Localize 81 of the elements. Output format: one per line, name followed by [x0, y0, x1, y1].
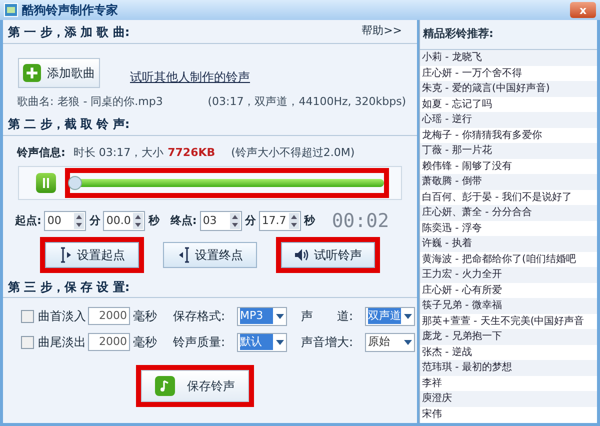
unit-label: 秒 — [304, 212, 315, 229]
ringtone-item[interactable]: 丁薇 - 那一片花 — [420, 143, 597, 158]
dropdown[interactable]: 原始 — [365, 332, 415, 352]
spinner-arrows-icon[interactable] — [74, 213, 84, 229]
slider-thumb[interactable] — [68, 176, 82, 190]
step-heading: 第 三 步，保 存 设 置: — [8, 278, 130, 296]
file-size: 7726KB — [168, 144, 216, 161]
field-value: 03 — [202, 212, 218, 229]
dropdown-value: 原始 — [368, 334, 391, 350]
ringtone-item[interactable]: 心瑶 - 逆行 — [420, 112, 597, 128]
dropdown-label: 铃声质量: — [173, 334, 226, 351]
fade-label: 曲首淡入 — [38, 308, 86, 325]
song-name: 老狼 - 同桌的你.mp3 — [58, 94, 164, 110]
dropdown-label: 声 道: — [301, 308, 354, 325]
caret-icon — [404, 314, 412, 318]
step-heading: 第 一 步，添 加 歌 曲: — [8, 24, 130, 40]
field-label: 终点: — [170, 212, 197, 229]
pause-icon — [42, 178, 50, 188]
caret-icon — [276, 340, 284, 344]
field-value: 00.0 — [105, 212, 132, 229]
ringtone-item[interactable]: 庾澄庆 — [420, 391, 597, 406]
caret-icon — [404, 340, 412, 344]
listen-others-link[interactable]: 试听其他人制作的铃声 — [130, 68, 250, 86]
field-value: 17.7 — [260, 212, 288, 229]
spin-field[interactable]: 17.7 — [258, 211, 301, 231]
dropdown[interactable]: MP3 — [237, 306, 287, 326]
dropdown-label: 保存格式: — [173, 308, 226, 325]
ringtone-item[interactable]: 朱克 - 爱的箴言(中国好声音) — [420, 81, 597, 96]
panel-heading: 精品彩铃推荐: — [423, 26, 494, 42]
time-display: 00:02 — [332, 212, 390, 230]
help-link[interactable]: 帮助>> — [362, 23, 402, 40]
dropdown-value: 双声道 — [368, 308, 401, 324]
dropdown[interactable]: 双声道 — [365, 306, 415, 326]
field-value: 00 — [46, 212, 62, 229]
ringtone-item[interactable]: 王力宏 - 火力全开 — [420, 267, 597, 282]
ringtone-item[interactable]: 萧敬腾 - 倒带 — [420, 174, 597, 190]
speaker-icon — [294, 248, 310, 262]
ringtone-item[interactable]: 小莉 - 龙晓飞 — [420, 50, 597, 66]
song-info: (03:17，双声道，44100Hz, 320kbps) — [208, 94, 406, 110]
unit-label: 秒 — [148, 212, 160, 229]
ringtone-item[interactable]: 白百何、彭于晏 - 我们不是说好了 — [420, 190, 597, 205]
spin-field[interactable]: 03 — [200, 211, 242, 231]
dropdown[interactable]: 默认 — [237, 332, 287, 352]
step-heading: 第 二 步，截 取 铃 声: — [8, 116, 130, 132]
spinner-arrows-icon[interactable] — [230, 213, 240, 229]
duration-field[interactable]: 2000 — [88, 333, 130, 351]
ringtone-item[interactable]: 范玮琪 - 最初的梦想 — [420, 360, 597, 376]
window-title: 酷狗铃声制作专家 — [22, 2, 119, 19]
pause-button[interactable] — [36, 173, 56, 193]
start-marker-icon — [59, 247, 73, 263]
unit-label: 毫秒 — [133, 334, 157, 351]
plus-icon — [23, 63, 41, 83]
dropdown-label: 声音增大: — [301, 334, 354, 351]
music-note-icon — [155, 376, 175, 396]
unit-label: 毫秒 — [133, 308, 157, 325]
caret-icon — [276, 314, 284, 318]
ringtone-item[interactable]: 许巍 - 执着 — [420, 236, 597, 252]
checkbox[interactable] — [21, 336, 34, 348]
unit-label: 分 — [244, 212, 256, 229]
app-icon — [4, 3, 18, 17]
spin-field[interactable]: 00.0 — [103, 211, 146, 231]
info-label: 铃声信息: — [17, 144, 66, 161]
song-label: 歌曲名: — [17, 94, 54, 110]
add-song-button[interactable]: 添加歌曲 — [18, 58, 100, 88]
step-button[interactable]: 设置终点 — [163, 242, 257, 268]
fade-label: 曲尾淡出 — [38, 334, 86, 351]
checkbox[interactable] — [21, 310, 34, 322]
spinner-arrows-icon[interactable] — [133, 213, 144, 229]
spin-field[interactable]: 00 — [44, 211, 86, 231]
duration-field[interactable]: 2000 — [88, 307, 130, 325]
end-marker-icon — [177, 247, 191, 263]
field-label: 起点: — [15, 212, 42, 229]
ringtone-item[interactable]: 庄心妍、萧全 - 分分合合 — [420, 205, 597, 220]
ringtone-item[interactable]: 筷子兄弟 - 微幸福 — [420, 298, 597, 314]
dropdown-value: MP3 — [240, 308, 273, 324]
info-text: 时长 03:17，大小 — [73, 144, 164, 161]
unit-label: 分 — [89, 212, 100, 229]
ringtone-item[interactable]: 庞龙 - 兄弟抱一下 — [420, 329, 597, 344]
size-limit: (铃声大小不得超过2.0M) — [231, 144, 355, 161]
spinner-arrows-icon[interactable] — [288, 213, 299, 229]
dropdown-value: 默认 — [240, 334, 273, 350]
